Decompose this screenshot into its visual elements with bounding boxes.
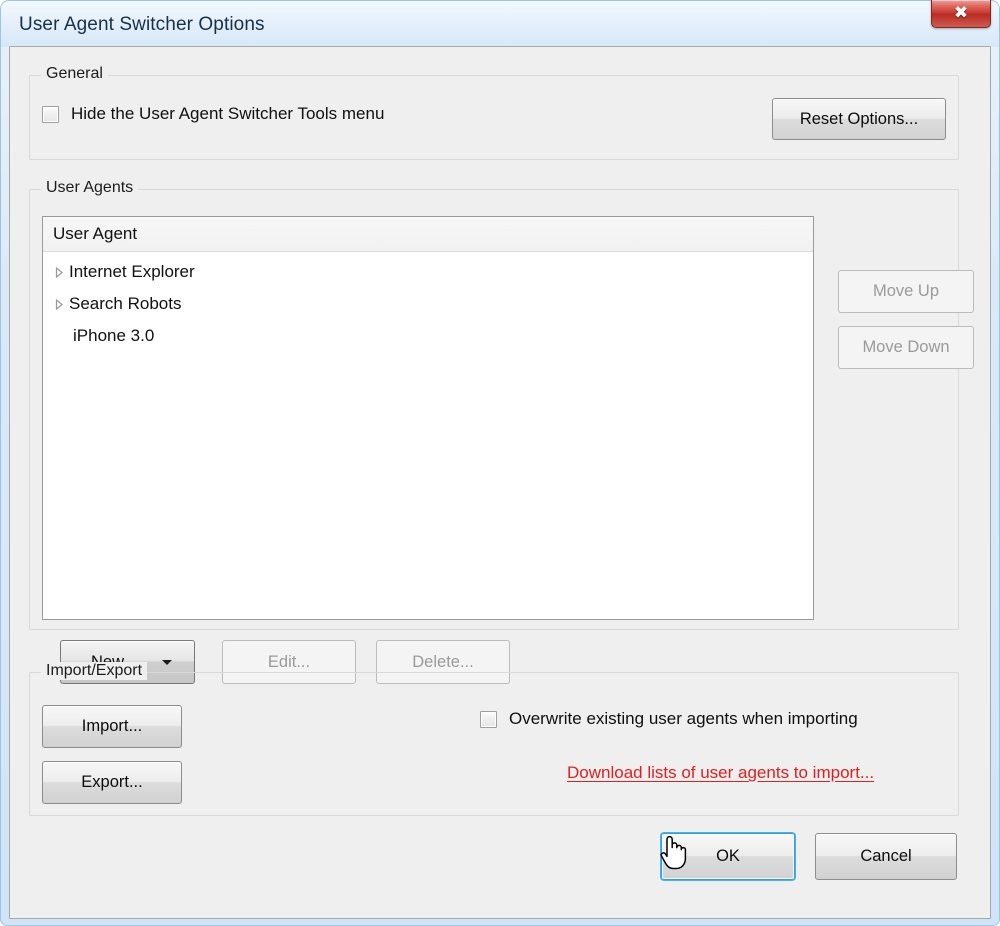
- user-agents-group: User Agents User Agent Internet Explorer: [29, 179, 974, 684]
- reset-options-label: Reset Options...: [799, 109, 919, 128]
- tree-item-label: Internet Explorer: [69, 262, 195, 281]
- tree-item-internet-explorer[interactable]: Internet Explorer: [43, 256, 813, 288]
- hide-tools-menu-label: Hide the User Agent Switcher Tools menu: [71, 104, 385, 123]
- download-lists-link[interactable]: Download lists of user agents to import.…: [567, 763, 874, 783]
- user-agents-listbox[interactable]: User Agent Internet Explorer Search Robo…: [42, 216, 814, 620]
- title-bar: User Agent Switcher Options ✖: [9, 0, 991, 46]
- close-icon: ✖: [953, 3, 969, 23]
- tree-item-label: Search Robots: [69, 294, 182, 313]
- import-label: Import...: [81, 717, 143, 735]
- tree-item-label: iPhone 3.0: [73, 326, 155, 345]
- move-up-button[interactable]: Move Up: [838, 270, 974, 313]
- reset-options-button[interactable]: Reset Options...: [772, 98, 946, 140]
- ok-button[interactable]: OK: [661, 833, 795, 880]
- user-agent-column-header[interactable]: User Agent: [43, 217, 813, 252]
- options-dialog-window: User Agent Switcher Options ✖ General Hi…: [0, 0, 1000, 926]
- tree-item-iphone-3-0[interactable]: iPhone 3.0: [43, 320, 813, 352]
- move-down-button[interactable]: Move Down: [838, 326, 974, 369]
- delete-user-agent-label: Delete...: [412, 652, 474, 671]
- import-button[interactable]: Import...: [42, 705, 182, 748]
- overwrite-agents-label: Overwrite existing user agents when impo…: [509, 709, 858, 728]
- tree-item-search-robots[interactable]: Search Robots: [43, 288, 813, 320]
- chevron-down-icon[interactable]: [162, 660, 172, 665]
- chevron-right-icon[interactable]: [51, 298, 67, 310]
- import-export-group: Import/Export Import... Export... Overwr…: [29, 662, 959, 816]
- import-export-group-title: Import/Export: [41, 662, 148, 680]
- cancel-label: Cancel: [860, 847, 912, 865]
- user-agents-group-title: User Agents: [41, 179, 139, 197]
- ok-label: OK: [716, 847, 740, 865]
- move-up-label: Move Up: [872, 282, 940, 300]
- chevron-right-icon[interactable]: [51, 266, 67, 278]
- window-title: User Agent Switcher Options: [19, 14, 265, 35]
- export-button[interactable]: Export...: [42, 761, 182, 804]
- cancel-button[interactable]: Cancel: [815, 833, 957, 880]
- export-label: Export...: [81, 773, 143, 791]
- hide-tools-menu-checkbox[interactable]: [42, 105, 59, 123]
- dialog-client-area: General Hide the User Agent Switcher Too…: [9, 46, 991, 919]
- user-agents-tree: Internet Explorer Search Robots iPhone 3…: [43, 252, 813, 352]
- overwrite-agents-checkbox-row[interactable]: Overwrite existing user agents when impo…: [480, 709, 858, 729]
- user-agent-column-header-label: User Agent: [53, 224, 138, 243]
- overwrite-agents-checkbox[interactable]: [480, 710, 497, 728]
- general-group-title: General: [41, 65, 108, 83]
- close-button[interactable]: ✖: [931, 0, 991, 28]
- edit-user-agent-label: Edit...: [267, 652, 311, 671]
- general-group: General Hide the User Agent Switcher Too…: [29, 65, 959, 160]
- hide-tools-menu-checkbox-row[interactable]: Hide the User Agent Switcher Tools menu: [42, 104, 384, 124]
- move-down-label: Move Down: [862, 338, 950, 356]
